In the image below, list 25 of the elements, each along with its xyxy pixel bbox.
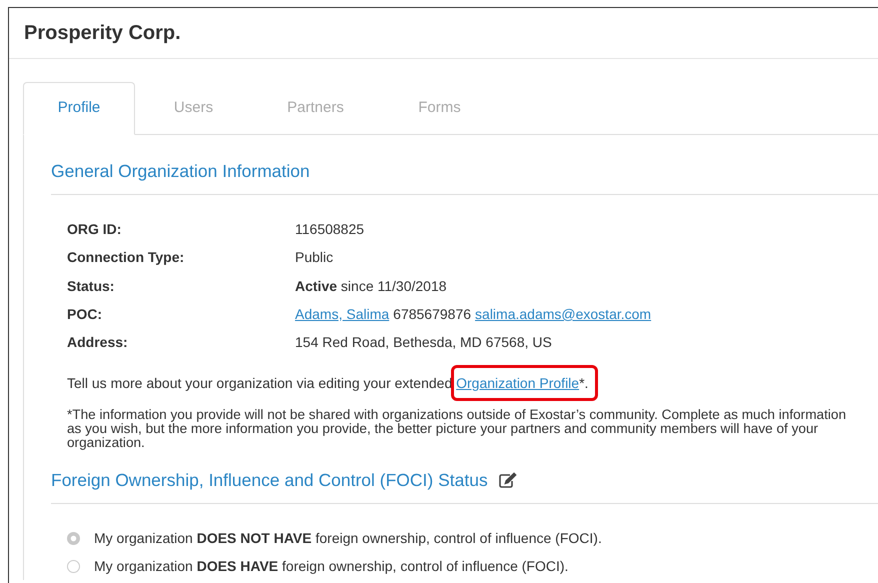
disclaimer-note: *The information you provide will not be shared with organizations outside of Exostar’s community. Complete as much information as you wish, but the more information you provide, the better picture your partners and community members will have of your organization.: [67, 408, 847, 450]
radio-label: My organization DOES NOT HAVE foreign ownership, control of influence (FOCI).: [94, 528, 602, 548]
tab[interactable]: Forms: [379, 82, 500, 135]
field-value: Active since 11/30/2018: [295, 276, 447, 296]
field-label: Address:: [67, 333, 129, 352]
section-heading: General Organization Information: [51, 161, 310, 182]
contact-name-link[interactable]: Adams, Salima: [295, 304, 390, 325]
field-value: 154 Red Road, Bethesda, MD 67568, US: [295, 333, 552, 352]
tab[interactable]: Partners: [252, 82, 379, 135]
tab[interactable]: Users: [135, 82, 252, 135]
page-title: Prosperity Corp.: [9, 8, 878, 59]
field-value: Public: [295, 248, 334, 268]
field-label: ORG ID:: [67, 220, 122, 239]
field-label: Connection Type:: [67, 248, 186, 268]
email-link[interactable]: salima.adams@exostar.com: [475, 304, 652, 325]
organization-profile-link[interactable]: Organization Profile: [456, 375, 580, 392]
phone-number: 6785679876: [393, 304, 472, 324]
tab[interactable]: Profile: [23, 82, 135, 135]
field-label: Status:: [67, 276, 116, 296]
field-value: 116508825: [295, 220, 364, 239]
field-label: POC:: [67, 304, 103, 324]
edit-icon[interactable]: [498, 472, 517, 490]
radio-label: My organization DOES HAVE foreign ownership, control of influence (FOCI).: [94, 556, 568, 576]
info-text: Tell us more about your organization via editing your extended Organization Profile*.: [67, 373, 878, 394]
section-heading: Foreign Ownership, Influence and Control (FOCI) Status: [51, 470, 488, 492]
